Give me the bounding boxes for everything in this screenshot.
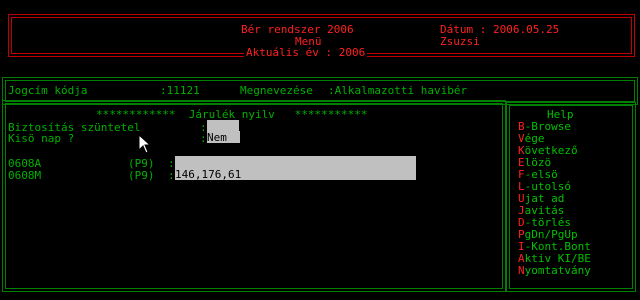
record-inner-frame	[5, 80, 635, 102]
name-value: :Alkalmazotti havibér	[328, 84, 468, 97]
row-colon: :	[168, 169, 175, 182]
row-key: (P9)	[128, 169, 155, 182]
row-code: 0608M	[8, 169, 42, 182]
code-label: Jogcím kódja	[8, 84, 88, 97]
small-days-field[interactable]: Nem	[207, 131, 240, 144]
current-year: Aktuális év : 2006	[244, 46, 368, 59]
small-days-colon: :	[200, 132, 207, 145]
row-value-field[interactable]: 146,176,61	[175, 168, 416, 181]
name-label: Megnevezése	[240, 84, 313, 97]
help-item-print[interactable]: Nyomtatvány	[518, 264, 591, 277]
user-name: Zsuzsi	[440, 35, 480, 48]
mouse-cursor-icon	[125, 121, 152, 157]
row-value-field[interactable]	[175, 156, 416, 168]
code-value: :11121	[160, 84, 200, 97]
small-days-label: Kisö nap ?	[8, 132, 75, 145]
